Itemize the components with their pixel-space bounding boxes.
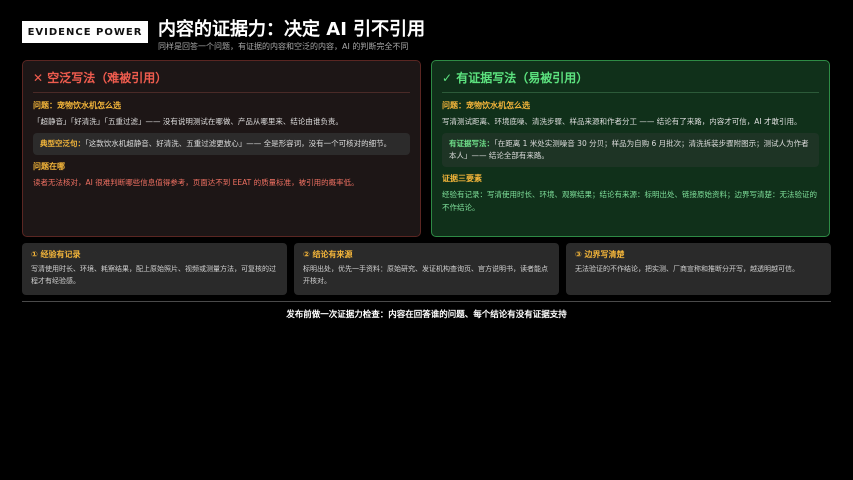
- vague-issue-text: 读者无法核对，AI 很难判断哪些信息值得参考，页面达不到 EEAT 的质量标准，…: [33, 178, 359, 187]
- cross-icon: ✕: [33, 71, 44, 85]
- vague-panel-title: 空泛写法（难被引用）: [47, 71, 168, 85]
- evidence-writing-panel: ✓ 有证据写法（易被引用） 问题：宠物饮水机怎么选 写清测试距离、环境底噪、清洗…: [431, 60, 830, 237]
- vague-example-text: 「这款饮水机超静音、好清洗、五重过滤更放心」—— 全是形容词，没有一个可核对的细…: [85, 139, 392, 148]
- vague-issue-label: 问题在哪: [33, 162, 65, 171]
- vague-writing-panel: ✕ 空泛写法（难被引用） 问题：宠物饮水机怎么选 「超静音」「好清洗」「五重过滤…: [22, 60, 421, 237]
- tip-card-boundary: ③ 边界写清楚 无法验证的不作结论，把实测、厂商宣称和推断分开写，越透明越可信。: [566, 243, 831, 295]
- evidence-example-box: 有证据写法：「在距离 1 米处实测噪音 30 分贝；样品为自购 6 月批次；清洗…: [442, 133, 819, 167]
- tip-card-experience: ① 经验有记录 写清使用时长、环境、耗察结果，配上原始照片、视频或测量方法，可复…: [22, 243, 287, 295]
- tip-card-source: ② 结论有来源 标明出处，优先一手资料：原始研究、发证机构查询页、官方说明书，读…: [294, 243, 559, 295]
- tip-card-text: 写清使用时长、环境、耗察结果，配上原始照片、视频或测量方法，可复核的过程才有经验…: [31, 265, 276, 285]
- check-icon: ✓: [442, 71, 453, 85]
- vague-example-box: 典型空泛句：「这款饮水机超静音、好清洗、五重过滤更放心」—— 全是形容词，没有一…: [33, 133, 410, 155]
- evidence-description: 写清测试距离、环境底噪、清洗步骤、样品来源和作者分工 —— 结论有了来路，内容才…: [442, 117, 802, 126]
- evidence-panel-title: 有证据写法（易被引用）: [456, 71, 589, 85]
- evidence-elements-label: 证据三要素: [442, 174, 482, 183]
- footer-note: 发布前做一次证据力检查：内容在回答谁的问题、每个结论有没有证据支持: [286, 310, 567, 320]
- vague-description: 「超静音」「好清洗」「五重过滤」—— 没有说明测试在哪做、产品从哪里来、结论由谁…: [33, 117, 343, 126]
- tip-card-title: ③ 边界写清楚: [575, 250, 625, 259]
- page-title: 内容的证据力：决定 AI 引不引用: [158, 19, 426, 40]
- brand-badge: EVIDENCE POWER: [22, 21, 148, 43]
- footer-divider: [22, 301, 831, 302]
- tip-card-text: 无法验证的不作结论，把实测、厂商宣称和推断分开写，越透明越可信。: [575, 265, 799, 273]
- tip-card-title: ① 经验有记录: [31, 250, 81, 259]
- evidence-panel-header: ✓ 有证据写法（易被引用）: [442, 69, 819, 93]
- evidence-question-label: 问题：宠物饮水机怎么选: [442, 101, 530, 110]
- vague-panel-header: ✕ 空泛写法（难被引用）: [33, 69, 410, 93]
- tip-card-text: 标明出处，优先一手资料：原始研究、发证机构查询页、官方说明书，读者能点开核对。: [303, 265, 548, 285]
- page-subtitle: 同样是回答一个问题，有证据的内容和空泛的内容，AI 的判断完全不同: [158, 42, 409, 51]
- evidence-example-text: 「在距离 1 米处实测噪音 30 分贝；样品为自购 6 月批次；清洗拆装步骤附图…: [449, 139, 809, 160]
- vague-question-label: 问题：宠物饮水机怎么选: [33, 101, 121, 110]
- tip-card-title: ② 结论有来源: [303, 250, 353, 259]
- evidence-elements-text: 经验有记录：写清使用时长、环境、观察结果；结论有来源：标明出处、链接原始资料；边…: [442, 190, 817, 212]
- evidence-example-label: 有证据写法：: [449, 139, 494, 148]
- vague-example-label: 典型空泛句：: [40, 139, 85, 148]
